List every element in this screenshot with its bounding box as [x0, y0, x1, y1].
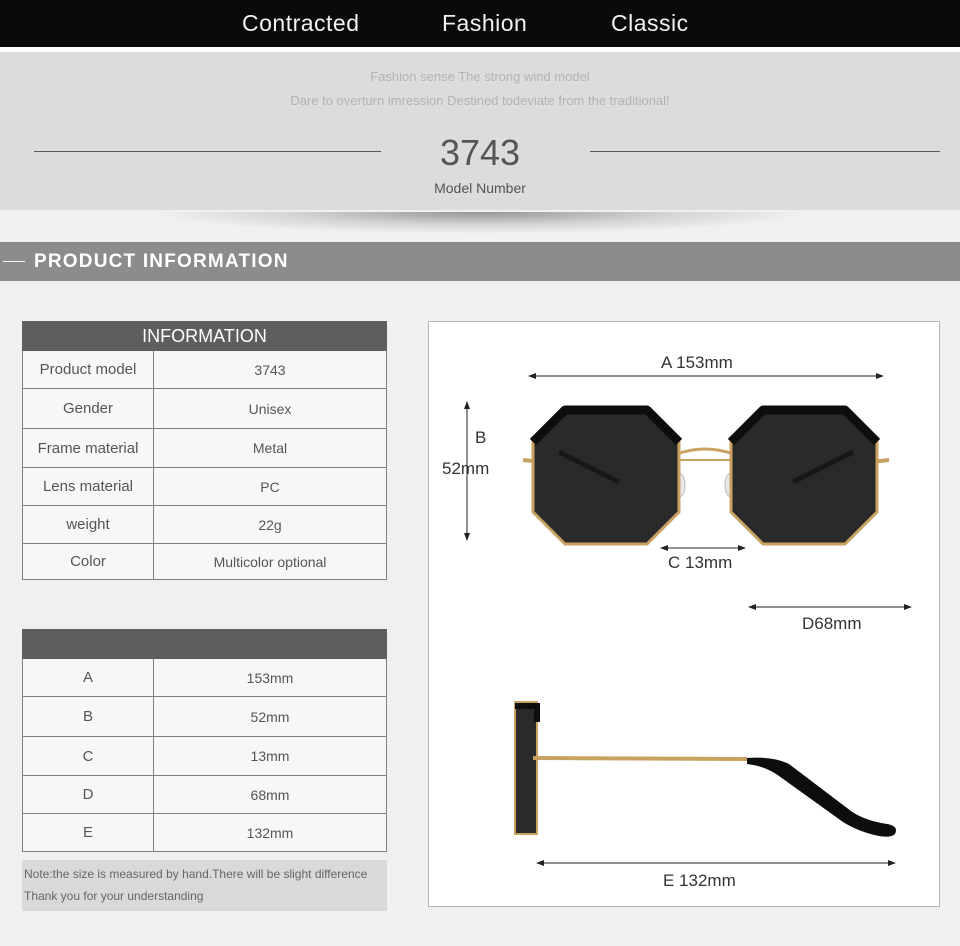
- dimension-b-letter: B: [475, 428, 487, 447]
- dimension-b-label: 52mm: [442, 459, 490, 478]
- row-value: 68mm: [153, 775, 387, 814]
- row-label: weight: [22, 505, 154, 544]
- row-label: D: [22, 775, 154, 814]
- dimension-e-label: E 132mm: [663, 871, 736, 890]
- banner-word-contracted: Contracted: [242, 10, 360, 36]
- table-row: B 52mm: [22, 696, 387, 737]
- table-row: weight 22g: [22, 505, 387, 544]
- row-value: Unisex: [153, 388, 387, 429]
- table-row: Frame material Metal: [22, 428, 387, 468]
- row-value: 153mm: [153, 658, 387, 697]
- table-row: Color Multicolor optional: [22, 543, 387, 580]
- dimension-d-label: D68mm: [802, 614, 862, 633]
- banner-word-fashion: Fashion: [442, 10, 528, 36]
- section-header: PRODUCT INFORMATION: [0, 242, 960, 281]
- table-row: Lens material PC: [22, 467, 387, 506]
- row-label: E: [22, 813, 154, 852]
- row-value: Metal: [153, 428, 387, 468]
- information-table: INFORMATION Product model 3743 Gender Un…: [22, 321, 387, 580]
- hero-shadow: [0, 210, 960, 242]
- row-value: 52mm: [153, 696, 387, 737]
- size-table: A 153mm B 52mm C 13mm D 68mm E 132mm: [22, 629, 387, 852]
- table-row: C 13mm: [22, 736, 387, 776]
- table-row: Gender Unisex: [22, 388, 387, 429]
- top-banner: Contracted Fashion Classic: [0, 0, 960, 47]
- front-view-glasses: [522, 405, 890, 546]
- information-table-header: INFORMATION: [22, 321, 387, 351]
- banner-word-classic: Classic: [611, 10, 689, 36]
- table-row: A 153mm: [22, 658, 387, 697]
- section-dash: [3, 261, 25, 262]
- row-label: Frame material: [22, 428, 154, 468]
- row-value: 22g: [153, 505, 387, 544]
- side-view-glasses: [514, 701, 896, 837]
- row-value: 132mm: [153, 813, 387, 852]
- dimension-a-label: A 153mm: [661, 353, 733, 372]
- row-label: Gender: [22, 388, 154, 429]
- note-line-2: Thank you for your understanding: [24, 889, 204, 903]
- row-label: Lens material: [22, 467, 154, 506]
- sunglasses-illustration: [464, 373, 912, 866]
- tagline-1: Fashion sense The strong wind model: [370, 69, 590, 84]
- row-label: A: [22, 658, 154, 697]
- model-number-label: Model Number: [434, 180, 526, 196]
- row-label: B: [22, 696, 154, 737]
- section-title: PRODUCT INFORMATION: [34, 251, 289, 272]
- dimension-c-label: C 13mm: [668, 553, 733, 572]
- row-value: PC: [153, 467, 387, 506]
- measurement-note: Note:the size is measured by hand.There …: [22, 860, 387, 911]
- row-label: Product model: [22, 350, 154, 389]
- model-hero: Fashion sense The strong wind model Dare…: [0, 52, 960, 210]
- tagline-2: Dare to overturn imression Destined tode…: [290, 93, 670, 108]
- row-label: C: [22, 736, 154, 776]
- row-value: 13mm: [153, 736, 387, 776]
- model-number: 3743: [439, 132, 521, 173]
- size-table-header: [22, 629, 387, 659]
- table-row: E 132mm: [22, 813, 387, 852]
- row-label: Color: [22, 543, 154, 580]
- note-line-1: Note:the size is measured by hand.There …: [24, 867, 368, 881]
- table-row: D 68mm: [22, 775, 387, 814]
- row-value: 3743: [153, 350, 387, 389]
- dimension-diagram: A 153mm B 52mm C 13mm D68mm E 132mm: [428, 321, 940, 907]
- row-value: Multicolor optional: [153, 543, 387, 580]
- table-row: Product model 3743: [22, 350, 387, 389]
